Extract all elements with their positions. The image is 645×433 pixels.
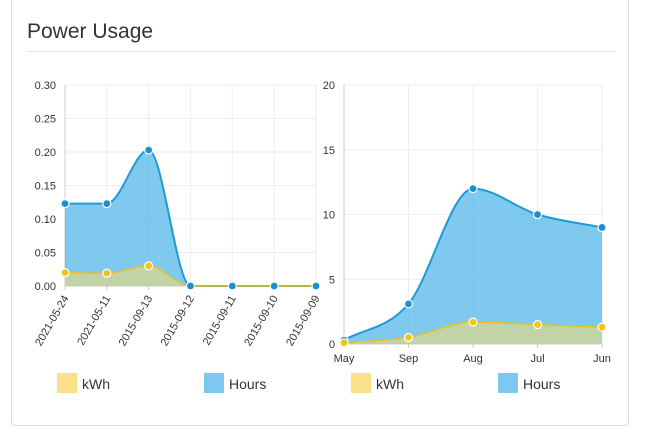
data-point-hours [311, 281, 321, 291]
chart-daily: 0.000.050.100.150.200.250.302021-05-24 20… [33, 80, 611, 393]
data-point-hours [60, 198, 70, 209]
y-tick-label: 0 [329, 339, 335, 351]
legend-swatch-kwh [351, 373, 371, 393]
data-point-hours [102, 198, 112, 209]
x-tick-label: 2015-09-13 [117, 294, 156, 349]
data-point-hours [597, 222, 607, 233]
x-tick-label: May [334, 353, 355, 365]
x-tick-label: Jun [593, 353, 611, 365]
data-point-hours [144, 145, 154, 155]
x-tick-label: Aug [463, 353, 483, 365]
y-tick-label: 0.10 [35, 214, 56, 226]
y-tick-label: 10 [323, 210, 335, 222]
y-tick-label: 15 [323, 145, 335, 157]
legend-swatch-hours [498, 373, 518, 393]
data-point-hours [227, 281, 237, 291]
x-tick-label: Jul [530, 353, 544, 365]
data-point-kwh [403, 332, 414, 343]
chart-daily-group: 0.000.050.100.150.200.250.302021-05-24 20… [33, 80, 323, 393]
legend-swatch-hours [204, 373, 224, 393]
data-point-hours [403, 299, 414, 309]
data-point-kwh [60, 268, 70, 278]
y-tick-label: 0.20 [35, 147, 56, 159]
y-tick-label: 20 [323, 80, 335, 92]
data-point-hours [532, 209, 543, 220]
legend-label-kwh: kWh [82, 376, 110, 392]
legend-label-hours: Hours [523, 376, 560, 392]
chart-legend: kWh Hours [351, 373, 560, 393]
data-point-hours [269, 281, 279, 291]
data-point-hours [185, 281, 196, 291]
x-tick-label: 2021-05-11 [75, 294, 113, 348]
x-tick-label: 2015-09-11 [201, 294, 239, 348]
data-point-kwh [102, 268, 112, 278]
legend-swatch-kwh [57, 373, 77, 393]
x-tick-label: 2015-09-09 [284, 294, 323, 349]
x-tick-label: 2021-05-24 [33, 294, 72, 349]
y-tick-label: 0.00 [35, 281, 56, 293]
x-tick-label: 2015-09-12 [159, 294, 198, 349]
data-point-kwh [532, 319, 543, 330]
y-tick-label: 0.30 [35, 80, 56, 92]
data-point-kwh [597, 322, 607, 332]
data-point-hours [468, 184, 478, 194]
legend-label-kwh: kWh [376, 376, 404, 392]
x-tick-label: 2015-09-10 [242, 294, 281, 349]
y-tick-label: 0.15 [35, 181, 56, 193]
data-point-kwh [339, 338, 349, 348]
y-tick-label: 5 [329, 274, 335, 286]
legend-label-hours: Hours [229, 376, 266, 392]
y-tick-label: 0.05 [35, 248, 56, 260]
data-point-kwh [468, 317, 478, 327]
x-tick-label: Sep [399, 353, 419, 365]
chart-legend: kWh Hours [57, 373, 266, 393]
chart-monthly-group: 0 5 10 15 20 May Sep Aug Jul Jun kWh Hours [323, 80, 611, 393]
data-point-kwh [144, 261, 154, 271]
y-tick-label: 0.25 [35, 114, 56, 126]
